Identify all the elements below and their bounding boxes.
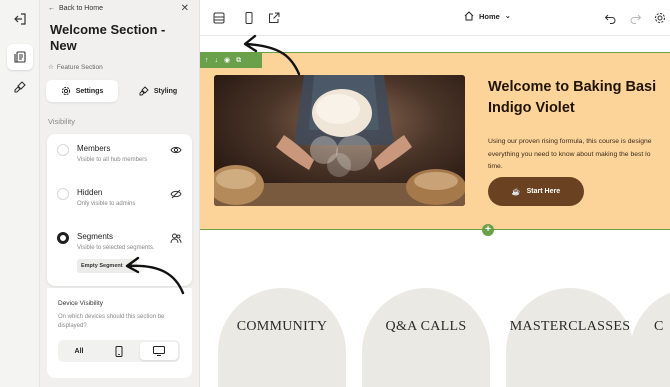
hidden-title: Hidden [77, 188, 103, 197]
category-masterclasses[interactable]: MASTERCLASSES [506, 288, 634, 387]
left-rail [0, 0, 40, 387]
visibility-heading: Visibility [48, 117, 75, 126]
mobile-preview-icon[interactable] [241, 10, 257, 26]
duplicate-icon[interactable]: ⧉ [236, 57, 241, 65]
move-down-icon[interactable]: ↓ [215, 57, 219, 65]
hidden-radio[interactable] [57, 188, 69, 200]
section-toolbar: ↑ ↓ ◉ ⧉ [200, 53, 262, 68]
page-selector[interactable]: Home ⌄ [464, 11, 511, 21]
start-here-label: Start Here [526, 188, 561, 195]
page-canvas: ↑ ↓ ◉ ⧉ Welcome to Baking Basi Indigo Vi… [200, 36, 670, 387]
category-partial[interactable]: C [630, 288, 670, 387]
cup-icon: ☕ [511, 188, 521, 196]
exit-icon[interactable] [7, 6, 33, 32]
device-visibility-card: Device Visibility On which devices shoul… [47, 288, 192, 378]
category-community[interactable]: COMMUNITY [218, 288, 346, 387]
users-icon [170, 233, 182, 244]
category-qa-calls[interactable]: Q&A CALLS [362, 288, 490, 387]
home-icon [464, 11, 474, 21]
start-here-button[interactable]: ☕ Start Here [488, 177, 584, 206]
panel-tabs: Settings Styling [46, 80, 194, 102]
members-radio[interactable] [57, 144, 69, 156]
layout-icon[interactable] [211, 10, 227, 26]
tab-settings[interactable]: Settings [46, 80, 118, 102]
pages-icon[interactable] [7, 44, 33, 70]
close-icon[interactable]: ✕ [181, 4, 189, 14]
chevron-down-icon: ⌄ [504, 13, 511, 20]
segments-radio[interactable] [57, 232, 69, 244]
hidden-subtitle: Only visible to admins [77, 201, 136, 207]
hero-section[interactable]: ↑ ↓ ◉ ⧉ Welcome to Baking Basi Indigo Vi… [200, 52, 670, 230]
segments-title: Segments [77, 232, 114, 241]
undo-icon[interactable] [602, 10, 618, 26]
tab-styling[interactable]: Styling [122, 80, 194, 102]
visibility-card: Members Visible to all hub members Hidde… [47, 134, 192, 286]
external-link-icon[interactable] [266, 10, 282, 26]
category-masterclasses-label: MASTERCLASSES [509, 319, 631, 334]
segment-chip[interactable]: Empty Segment ✕ [77, 259, 137, 273]
device-visibility-description: On which devices should this section be … [58, 314, 165, 329]
device-visibility-title: Device Visibility [58, 300, 104, 307]
segments-subtitle: Visible to selected segments. [77, 245, 155, 251]
editor-toolbar: Home ⌄ [200, 0, 670, 36]
back-label: Back to Home [59, 5, 103, 12]
feature-tag: ☆ Feature Section [48, 63, 103, 72]
arrow-left-icon: ← [48, 5, 55, 12]
hero-body: Using our proven rising formula, this co… [488, 138, 652, 170]
hero-title: Welcome to Baking Basi Indigo Violet [488, 79, 657, 116]
eye-icon [170, 146, 182, 154]
hero-image [214, 75, 465, 206]
mobile-icon [115, 345, 123, 357]
move-up-icon[interactable]: ↑ [205, 57, 209, 65]
settings-gear-icon[interactable] [652, 10, 668, 26]
tab-settings-label: Settings [75, 87, 104, 95]
brush-icon[interactable] [7, 74, 33, 100]
members-subtitle: Visible to all hub members [77, 157, 148, 163]
category-community-label: COMMUNITY [236, 319, 328, 334]
gear-icon [61, 86, 70, 96]
back-to-home-link[interactable]: ← Back to Home [48, 5, 103, 12]
segment-chip-label: Empty Segment [81, 263, 123, 269]
add-section-button[interactable]: + [482, 224, 494, 236]
device-selector: All [58, 340, 180, 362]
page-name: Home [479, 11, 500, 21]
visibility-eye-icon[interactable]: ◉ [224, 57, 230, 65]
device-desktop-button[interactable] [140, 342, 178, 360]
redo-icon[interactable] [628, 10, 644, 26]
eye-off-icon [170, 189, 182, 199]
device-all-button[interactable]: All [60, 342, 98, 360]
chip-close-icon[interactable]: ✕ [128, 263, 133, 270]
category-partial-label: C [654, 319, 664, 334]
star-icon: ☆ [48, 64, 54, 71]
brush-icon [139, 86, 149, 96]
device-all-label: All [74, 347, 84, 355]
tab-styling-label: Styling [153, 87, 178, 95]
feature-tag-label: Feature Section [56, 63, 103, 71]
device-mobile-button[interactable] [100, 342, 138, 360]
category-qa-calls-label: Q&A CALLS [385, 319, 467, 334]
members-title: Members [77, 144, 111, 153]
desktop-icon [153, 346, 165, 356]
panel-title: Welcome Section - New [50, 22, 166, 53]
